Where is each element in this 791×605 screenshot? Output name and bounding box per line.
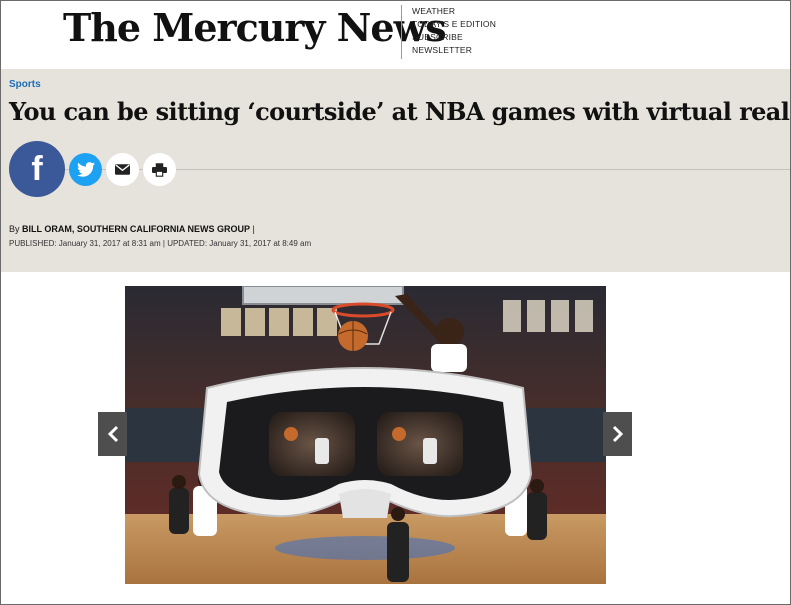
print-button[interactable] [143, 153, 176, 186]
gallery-prev-button[interactable] [98, 412, 127, 456]
masthead: The Mercury News WEATHER TODAY'S E EDITI… [1, 1, 790, 65]
facebook-share-button[interactable]: f [9, 141, 65, 197]
chevron-left-icon [107, 425, 118, 443]
subscribe-link[interactable]: SUBSCRIBE [412, 31, 496, 44]
vr-headset-basketball-photo [125, 286, 606, 584]
section-label[interactable]: Sports [9, 79, 41, 90]
dateline: PUBLISHED: January 31, 2017 at 8:31 am |… [9, 239, 311, 248]
gallery-next-button[interactable] [603, 412, 632, 456]
author-name[interactable]: BILL ORAM, SOUTHERN CALIFORNIA NEWS GROU… [22, 224, 250, 234]
chevron-right-icon [612, 425, 623, 443]
email-icon [115, 164, 130, 175]
article-headline: You can be sitting ‘courtside’ at NBA ga… [9, 97, 791, 126]
published-date: January 31, 2017 at 8:31 am [56, 239, 161, 248]
byline-prefix: By [9, 224, 23, 234]
page-frame: The Mercury News WEATHER TODAY'S E EDITI… [0, 0, 791, 605]
masthead-divider [401, 5, 402, 59]
facebook-icon: f [31, 149, 43, 188]
twitter-share-button[interactable] [69, 153, 102, 186]
updated-label: UPDATED: [167, 239, 208, 248]
twitter-icon [76, 162, 95, 177]
e-edition-link[interactable]: TODAY'S E EDITION [412, 18, 496, 31]
newsletter-link[interactable]: NEWSLETTER [412, 44, 496, 57]
weather-link[interactable]: WEATHER [412, 5, 496, 18]
print-icon [152, 162, 167, 177]
byline-suffix: | [250, 224, 255, 234]
updated-date: January 31, 2017 at 8:49 am [207, 239, 312, 248]
byline: By BILL ORAM, SOUTHERN CALIFORNIA NEWS G… [9, 224, 255, 234]
article-hero-image [125, 286, 606, 584]
site-logo[interactable]: The Mercury News [63, 5, 447, 50]
published-label: PUBLISHED: [9, 239, 57, 248]
top-links: WEATHER TODAY'S E EDITION SUBSCRIBE NEWS… [412, 5, 496, 57]
email-share-button[interactable] [106, 153, 139, 186]
